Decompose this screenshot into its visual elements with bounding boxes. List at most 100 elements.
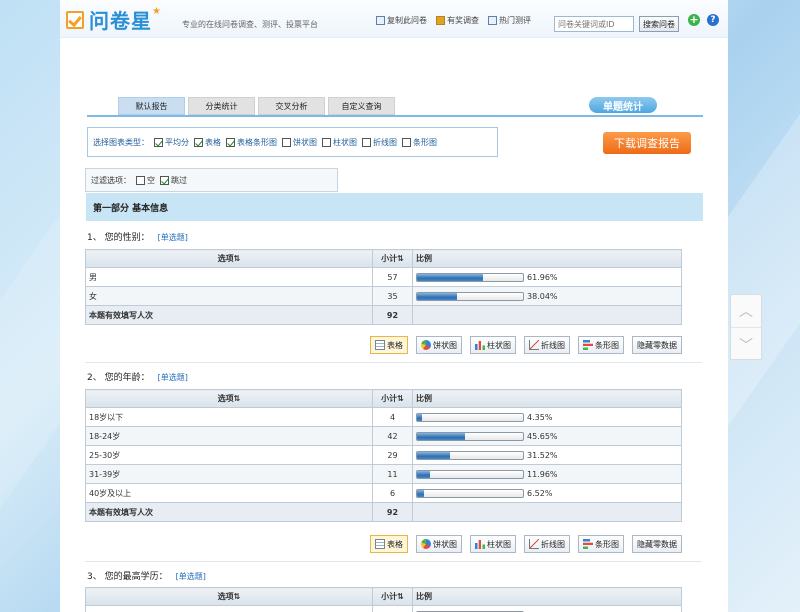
table-header-row: 选项⇅ 小计⇅ 比例 [85, 389, 682, 408]
bar-chart-icon [583, 340, 593, 350]
header-count[interactable]: 小计⇅ [372, 587, 413, 606]
add-icon[interactable]: + [688, 14, 700, 26]
hot-test-link[interactable]: 热门测评 [488, 15, 531, 26]
header-ratio: 比例 [412, 249, 682, 268]
tab-cross-analysis[interactable]: 交叉分析 [258, 97, 325, 115]
checkbox-table-bar[interactable] [226, 137, 235, 147]
question-text: 2、 您的年龄： [87, 373, 150, 383]
table-row: 女 35 38.04% [85, 286, 682, 306]
header-count[interactable]: 小计⇅ [372, 389, 413, 408]
section-title: 第一部分 基本信息 [86, 193, 703, 221]
filter-empty-label: 空 [147, 175, 155, 185]
question-type-tag[interactable]: [单选题] [158, 373, 188, 382]
count-cell: 4 [372, 407, 413, 427]
pie-chart-button[interactable]: 饼状图 [416, 535, 462, 553]
ratio-cell [412, 605, 682, 612]
tab-category-stats[interactable]: 分类统计 [188, 97, 255, 115]
count-cell: 35 [372, 286, 413, 306]
column-chart-button[interactable]: 柱状图 [470, 336, 516, 354]
table-icon [375, 539, 385, 549]
toolbar-button-label: 折线图 [541, 340, 565, 350]
pie-chart-button[interactable]: 饼状图 [416, 336, 462, 354]
bar-chart-button[interactable]: 条形图 [578, 535, 624, 553]
checkbox-filter-skip[interactable] [160, 175, 169, 185]
result-table: 选项⇅ 小计⇅ 比例 18岁以下 4 4.35% 18-24岁 42 45.65… [85, 389, 682, 522]
toolbar-button-label: 隐藏零数据 [637, 539, 677, 549]
header-count-label: 小计 [381, 592, 398, 601]
option-average-label: 平均分 [165, 137, 189, 147]
checkbox-bar[interactable] [402, 137, 411, 147]
toolbar-button-label: 柱状图 [487, 539, 511, 549]
scroll-down-icon[interactable]: ﹀ [731, 328, 761, 361]
scroll-up-icon[interactable]: ︿ [731, 295, 761, 328]
checkbox-table[interactable] [194, 137, 203, 147]
checkbox-column[interactable] [322, 137, 331, 147]
header-option[interactable]: 选项⇅ [85, 249, 373, 268]
tab-custom-query[interactable]: 自定义查询 [328, 97, 395, 115]
logo-text: 问卷星 [89, 9, 152, 33]
logo-check-icon [66, 10, 84, 29]
single-stat-button[interactable]: 单题统计 [589, 97, 657, 113]
header-option[interactable]: 选项⇅ [85, 587, 373, 606]
line-chart-button[interactable]: 折线图 [524, 336, 570, 354]
search-input[interactable] [554, 16, 634, 32]
site-logo[interactable]: 问卷星 ★ [66, 5, 161, 34]
ratio-bar-fill [417, 470, 430, 478]
header-links: 复制此问卷 有奖调查 热门测评 [376, 15, 531, 26]
table-view-button[interactable]: 表格 [370, 336, 408, 354]
toolbar-button-label: 隐藏零数据 [637, 340, 677, 350]
header-option[interactable]: 选项⇅ [85, 389, 373, 408]
option-cell: 31-39岁 [85, 464, 373, 484]
copy-survey-link[interactable]: 复制此问卷 [376, 15, 427, 26]
toolbar-button-label: 饼状图 [433, 340, 457, 350]
star-icon: ★ [152, 6, 161, 17]
checkbox-average[interactable] [154, 137, 163, 147]
hot-test-label: 热门测评 [499, 16, 531, 25]
ratio-bar-fill [417, 432, 466, 440]
sort-icon: ⇅ [233, 254, 241, 263]
question-type-tag[interactable]: [单选题] [158, 233, 188, 242]
ratio-bar [416, 431, 524, 441]
option-bar-label: 条形图 [413, 137, 437, 147]
chart-type-selector: 选择图表类型： 平均分 表格 表格条形图 饼状图 柱状图 折线图 条形图 [87, 127, 498, 157]
ratio-cell: 61.96% [412, 267, 682, 287]
site-slogan: 专业的在线问卷调查、测评、投票平台 [182, 20, 318, 29]
total-count: 92 [372, 502, 413, 522]
ratio-bar-fill [417, 273, 483, 281]
count-cell: 6 [372, 483, 413, 503]
checkbox-pie[interactable] [282, 137, 291, 147]
total-count: 92 [372, 305, 413, 325]
header-count-label: 小计 [381, 254, 398, 263]
count-cell [372, 605, 413, 612]
table-view-button[interactable]: 表格 [370, 535, 408, 553]
sort-icon: ⇅ [233, 394, 241, 403]
bar-chart-button[interactable]: 条形图 [578, 336, 624, 354]
help-icon[interactable]: ? [707, 14, 719, 26]
filter-label: 过滤选项： [91, 175, 131, 185]
reward-survey-label: 有奖调查 [447, 16, 479, 25]
table-header-row: 选项⇅ 小计⇅ 比例 [85, 249, 682, 268]
hide-zero-button[interactable]: 隐藏零数据 [632, 535, 682, 553]
search-button[interactable]: 搜索问卷 [639, 16, 679, 32]
line-chart-button[interactable]: 折线图 [524, 535, 570, 553]
download-report-button[interactable]: 下载调查报告 [603, 132, 691, 154]
checkbox-line[interactable] [362, 137, 371, 147]
option-cell [85, 605, 373, 612]
question-title: 1、 您的性别： [单选题] [87, 230, 188, 243]
table-row: 40岁及以上 6 6.52% [85, 483, 682, 503]
hide-zero-button[interactable]: 隐藏零数据 [632, 336, 682, 354]
header-count[interactable]: 小计⇅ [372, 249, 413, 268]
ratio-bar [416, 412, 524, 422]
tab-default-report[interactable]: 默认报告 [118, 97, 185, 115]
question-type-tag[interactable]: [单选题] [176, 572, 206, 581]
reward-survey-link[interactable]: 有奖调查 [436, 15, 479, 26]
chart-toolbar: 表格 饼状图 柱状图 折线图 条形图 隐藏零数据 [370, 336, 682, 354]
hot-icon [488, 16, 497, 25]
sort-icon: ⇅ [397, 592, 404, 601]
checkbox-filter-empty[interactable] [136, 175, 145, 185]
column-chart-button[interactable]: 柱状图 [470, 535, 516, 553]
toolbar-button-label: 折线图 [541, 539, 565, 549]
tab-divider [87, 115, 703, 117]
pie-chart-icon [421, 340, 431, 350]
bar-chart-icon [583, 539, 593, 549]
